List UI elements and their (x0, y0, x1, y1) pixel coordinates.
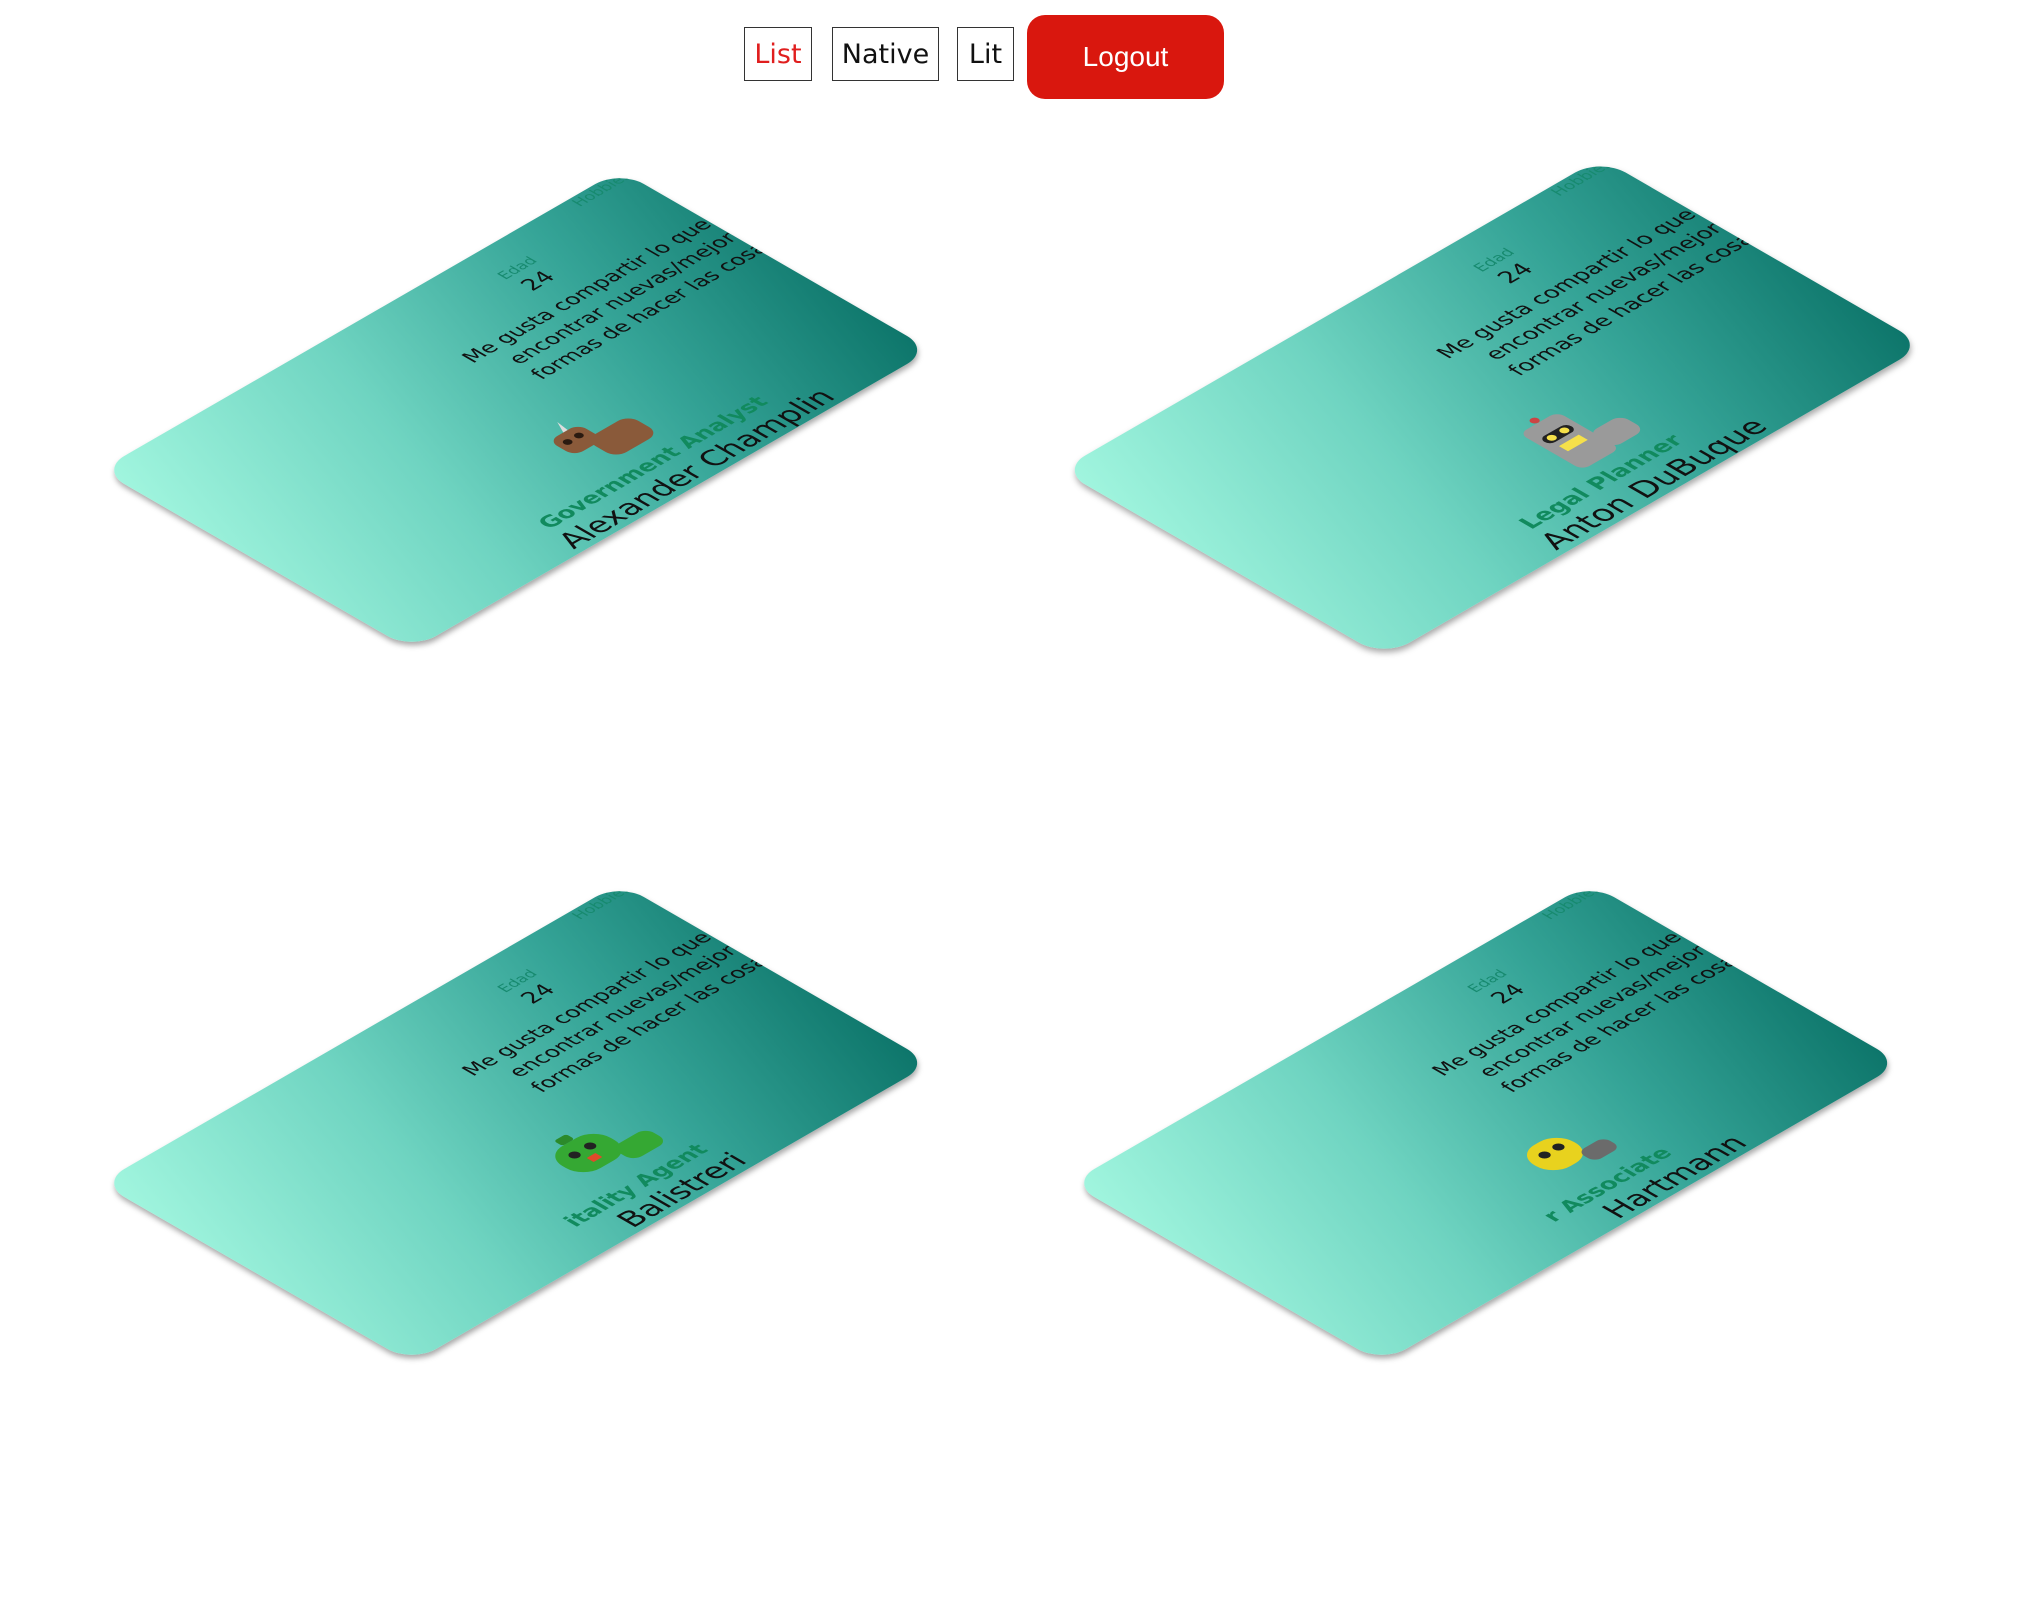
profile-card-face: Edad 24 Stack React Hobbies Me gusta com… (1070, 883, 1902, 1363)
stack-label: Stack (527, 170, 579, 181)
profile-card-face: Edad 24 Stack React Hobbies Me gusta com… (100, 883, 932, 1363)
profile-card: Edad 24 Stack React Hobbies Me gusta com… (1070, 883, 1950, 1603)
profile-card-face: Edad 24 Stack React Hobbies Me gusta com… (1060, 158, 1925, 658)
profile-card: Edad 24 Stack React Hobbies Me gusta com… (1060, 158, 1940, 890)
profile-card-face: Edad 24 Stack React Hobbies Me gusta com… (100, 170, 932, 650)
top-nav: List Native Lit Logout (0, 15, 2042, 99)
robot-body (1527, 1137, 1617, 1171)
native-view-button[interactable]: Native (832, 27, 939, 81)
profile-card: Edad 24 Stack React Hobbies Me gusta com… (100, 883, 980, 1603)
stack-label: Stack (1504, 158, 1558, 169)
hobbies-text: Me gusta compartir lo que se y encontrar… (1430, 179, 1777, 380)
lit-view-button[interactable]: Lit (957, 27, 1014, 81)
hobbies-label: Hobbies (567, 170, 636, 209)
hobbies-text: Me gusta compartir lo que se y encontrar… (456, 903, 789, 1096)
profile-card: Edad 24 Stack React Hobbies Me gusta com… (100, 170, 980, 890)
hobbies-text: Me gusta compartir lo que se y encontrar… (456, 190, 789, 383)
hobbies-text: Me gusta compartir lo que se y encontrar… (1426, 903, 1759, 1096)
logout-button[interactable]: Logout (1027, 15, 1224, 99)
hobbies-label: Hobbies (1546, 158, 1618, 199)
list-view-button[interactable]: List (744, 27, 812, 81)
